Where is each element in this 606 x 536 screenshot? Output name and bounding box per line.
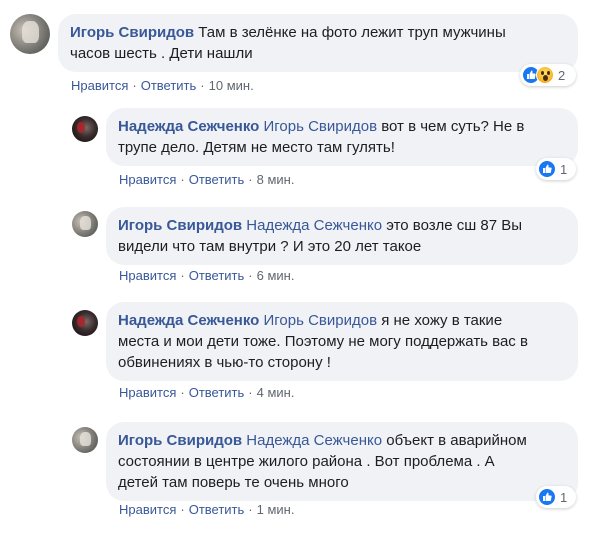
avatar[interactable] — [72, 116, 98, 142]
comment-bubble: Надежда Сежченко Игорь Свиридов я не хож… — [106, 302, 578, 381]
like-button[interactable]: Нравится — [119, 385, 176, 400]
comment-text: я не хожу в такие — [381, 312, 503, 329]
like-button[interactable]: Нравится — [119, 502, 176, 517]
reply-comment: Игорь Свиридов Надежда Сежченко объект в… — [0, 410, 606, 536]
comment-time[interactable]: 1 мин. — [257, 502, 295, 517]
comment-time[interactable]: 10 мин. — [209, 78, 254, 93]
comment-text: трупе дело. Детям не место там гулять! — [118, 139, 395, 156]
reply-button[interactable]: Ответить — [189, 172, 245, 187]
comment-text: детей там поверь те очень много — [118, 474, 349, 491]
mention-link[interactable]: Надежда Сежченко — [246, 432, 382, 449]
reply-comment: Игорь Свиридов Надежда Сежченко это возл… — [0, 195, 606, 290]
comment-text: состоянии в центре жилого района . Вот п… — [118, 453, 495, 470]
comment-author[interactable]: Игорь Свиридов — [118, 432, 242, 449]
like-button[interactable]: Нравится — [119, 268, 176, 283]
reaction-summary[interactable]: 2 — [520, 64, 576, 86]
avatar[interactable] — [10, 14, 50, 54]
avatar[interactable] — [72, 427, 98, 453]
comment-text: места и мои дети тоже. Поэтому не могу п… — [118, 333, 528, 350]
like-icon — [538, 488, 556, 506]
comment-author[interactable]: Игорь Свиридов — [118, 217, 242, 234]
comment-author[interactable]: Игорь Свиридов — [70, 24, 194, 41]
reply-button[interactable]: Ответить — [141, 78, 197, 93]
comment-actions: Нравится · Ответить · 4 мин. — [119, 385, 295, 400]
comment-time[interactable]: 6 мин. — [257, 268, 295, 283]
reply-button[interactable]: Ответить — [189, 385, 245, 400]
mention-link[interactable]: Игорь Свиридов — [264, 312, 378, 329]
comment-actions: Нравится · Ответить · 10 мин. — [71, 78, 254, 93]
mention-link[interactable]: Игорь Свиридов — [264, 118, 378, 135]
like-button[interactable]: Нравится — [119, 172, 176, 187]
comment-author[interactable]: Надежда Сежченко — [118, 312, 259, 329]
reply-button[interactable]: Ответить — [189, 268, 245, 283]
like-button[interactable]: Нравится — [71, 78, 128, 93]
comment-bubble: Надежда Сежченко Игорь Свиридов вот в че… — [106, 108, 578, 166]
reaction-summary[interactable]: 1 — [536, 158, 576, 180]
comment-text: вот в чем суть? Не в — [381, 118, 525, 135]
comment-text: Там в зелёнке на фото лежит труп мужчины — [198, 24, 506, 41]
comment-time[interactable]: 8 мин. — [257, 172, 295, 187]
reaction-count: 1 — [560, 161, 568, 177]
comment-actions: Нравится · Ответить · 8 мин. — [119, 172, 295, 187]
avatar[interactable] — [72, 310, 98, 336]
reply-comment: Надежда Сежченко Игорь Свиридов я не хож… — [0, 290, 606, 410]
comment-actions: Нравится · Ответить · 1 мин. — [119, 502, 295, 517]
like-icon — [538, 160, 556, 178]
mention-link[interactable]: Надежда Сежченко — [246, 217, 382, 234]
comment-bubble: Игорь Свиридов Надежда Сежченко объект в… — [106, 422, 578, 501]
reply-button[interactable]: Ответить — [189, 502, 245, 517]
comment: Игорь Свиридов Там в зелёнке на фото леж… — [0, 0, 606, 100]
comment-text: объект в аварийном — [386, 432, 527, 449]
comment-bubble: Игорь Свиридов Там в зелёнке на фото леж… — [58, 14, 578, 72]
comment-text: видели что там внутри ? И это 20 лет так… — [118, 238, 422, 255]
reply-comment: Надежда Сежченко Игорь Свиридов вот в че… — [0, 100, 606, 195]
wow-icon — [536, 66, 554, 84]
reaction-count: 1 — [560, 489, 568, 505]
avatar[interactable] — [72, 211, 98, 237]
comment-text: это возле сш 87 Вы — [386, 217, 523, 234]
comment-time[interactable]: 4 мин. — [257, 385, 295, 400]
reaction-count: 2 — [558, 67, 566, 83]
comment-text: обвинениях в чью-то сторону ! — [118, 354, 331, 371]
comment-text: часов шесть . Дети нашли — [70, 45, 253, 62]
comment-author[interactable]: Надежда Сежченко — [118, 118, 259, 135]
comment-actions: Нравится · Ответить · 6 мин. — [119, 268, 295, 283]
reaction-summary[interactable]: 1 — [536, 486, 576, 508]
comment-bubble: Игорь Свиридов Надежда Сежченко это возл… — [106, 207, 578, 265]
